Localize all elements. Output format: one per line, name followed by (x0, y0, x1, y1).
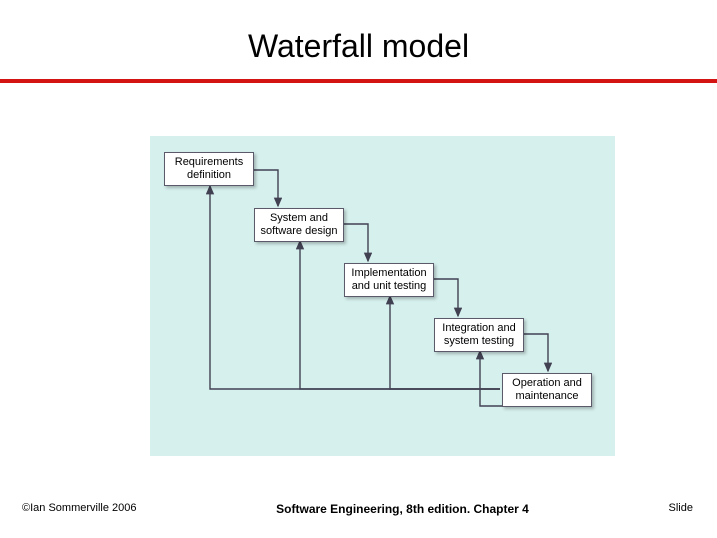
stage-line1: System and (270, 212, 328, 225)
stage-line2: maintenance (516, 390, 579, 403)
stage-line1: Requirements (175, 156, 243, 169)
slide-footer: ©Ian Sommerville 2006 Software Engineeri… (0, 502, 717, 516)
slide-title: Waterfall model (0, 0, 717, 79)
footer-copyright: ©Ian Sommerville 2006 (22, 502, 137, 514)
stage-line2: software design (260, 225, 337, 238)
waterfall-diagram: Requirements definition System and softw… (150, 136, 615, 456)
footer-slide-label: Slide (669, 502, 693, 514)
stage-box-integration: Integration and system testing (434, 318, 524, 352)
stage-line1: Operation and (512, 377, 582, 390)
stage-box-implementation: Implementation and unit testing (344, 263, 434, 297)
stage-line2: definition (187, 169, 231, 182)
stage-line1: Implementation (351, 267, 426, 280)
stage-line1: Integration and (442, 322, 515, 335)
stage-line2: system testing (444, 335, 514, 348)
stage-line2: and unit testing (352, 280, 427, 293)
stage-box-design: System and software design (254, 208, 344, 242)
title-underline (0, 79, 717, 83)
footer-book-reference: Software Engineering, 8th edition. Chapt… (276, 502, 529, 516)
stage-box-operation: Operation and maintenance (502, 373, 592, 407)
stage-box-requirements: Requirements definition (164, 152, 254, 186)
